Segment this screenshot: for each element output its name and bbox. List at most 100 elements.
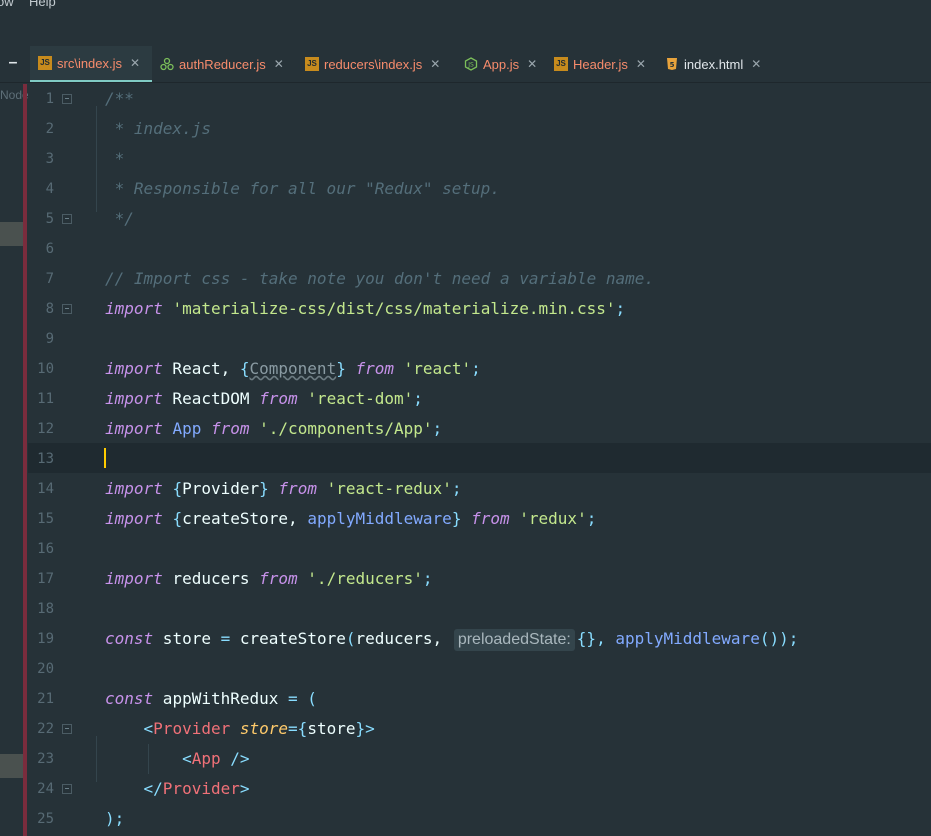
change-marker-bar (23, 84, 27, 836)
code-token: </ (143, 779, 163, 798)
line-number[interactable]: 17 (28, 564, 54, 594)
close-icon[interactable]: ✕ (430, 57, 440, 71)
parameter-hint: preloadedState: (453, 628, 575, 651)
line-number[interactable]: 7 (28, 264, 54, 294)
tab-src-index-js[interactable]: JS src\index.js ✕ (30, 46, 152, 82)
line-number[interactable]: 12 (28, 414, 54, 444)
line-number[interactable]: 9 (28, 324, 54, 354)
line-number[interactable]: 5 (28, 204, 54, 234)
line-number[interactable]: 23 (28, 744, 54, 774)
code-token: App (172, 419, 202, 438)
fold-icon[interactable] (62, 724, 72, 734)
code-editor[interactable]: /** * index.js * * Responsible for all o… (105, 84, 931, 836)
code-line[interactable]: * Responsible for all our "Redux" setup. (105, 174, 500, 204)
code-token: /** (105, 89, 134, 108)
tab-index-html[interactable]: 5 index.html ✕ (657, 46, 772, 82)
code-line[interactable]: const store = createStore(reducers, prel… (105, 624, 798, 654)
close-icon[interactable]: ✕ (636, 57, 646, 71)
code-line[interactable]: </Provider> (105, 774, 250, 804)
code-token: reducers, (355, 629, 452, 648)
line-number[interactable]: 15 (28, 504, 54, 534)
line-number[interactable]: 25 (28, 804, 54, 834)
close-icon[interactable]: ✕ (130, 56, 140, 70)
code-token: 'redux' (519, 509, 587, 528)
line-number[interactable]: 13 (28, 444, 54, 474)
collapse-icon[interactable]: – (5, 52, 21, 74)
code-token: applyMiddleware (615, 629, 760, 648)
code-line[interactable]: * (105, 144, 125, 174)
line-number[interactable]: 20 (28, 654, 54, 684)
code-line[interactable]: import {Provider} from 'react-redux'; (105, 474, 461, 504)
code-line[interactable]: // Import css - take note you don't need… (105, 264, 654, 294)
code-token: from (278, 479, 317, 498)
code-token: const (105, 689, 154, 708)
code-token: 'materialize-css/dist/css/materialize.mi… (172, 299, 616, 318)
fold-icon[interactable] (62, 214, 72, 224)
tab-label: Header.js (573, 56, 628, 72)
code-line[interactable]: import {createStore, applyMiddleware} fr… (105, 504, 596, 534)
fold-icon[interactable] (62, 304, 72, 314)
tab-reducers-index-js[interactable]: JS reducers\index.js ✕ (297, 46, 455, 82)
line-number[interactable]: 10 (28, 354, 54, 384)
code-token: { (172, 479, 183, 498)
code-token: ); (105, 809, 125, 828)
code-token: store (153, 629, 221, 648)
tab-app-js[interactable]: JS App.js ✕ (456, 46, 545, 82)
line-number[interactable]: 24 (28, 774, 54, 804)
code-line[interactable]: import ReactDOM from 'react-dom'; (105, 384, 423, 414)
line-number[interactable]: 14 (28, 474, 54, 504)
close-icon[interactable]: ✕ (527, 57, 537, 71)
line-number[interactable]: 16 (28, 534, 54, 564)
code-token: App (191, 749, 221, 768)
tab-header-js[interactable]: JS Header.js ✕ (546, 46, 656, 82)
code-token: from (355, 359, 395, 378)
close-icon[interactable]: ✕ (274, 57, 284, 71)
code-token: } (259, 479, 269, 498)
line-number[interactable]: 11 (28, 384, 54, 414)
code-line[interactable]: * index.js (105, 114, 211, 144)
code-line[interactable]: /** (105, 84, 134, 114)
line-number[interactable]: 1 (28, 84, 54, 114)
project-panel-edge[interactable]: Node (0, 84, 28, 836)
menu-item-window[interactable]: ow (0, 0, 14, 9)
code-line[interactable]: const appWithRedux = ( (105, 684, 317, 714)
line-number[interactable]: 8 (28, 294, 54, 324)
tab-label: reducers\index.js (324, 56, 423, 72)
fold-icon[interactable] (62, 784, 72, 794)
line-number[interactable]: 21 (28, 684, 54, 714)
line-number[interactable]: 2 (28, 114, 54, 144)
line-number[interactable]: 19 (28, 624, 54, 654)
nodejs-icon: JS (464, 57, 478, 71)
code-token: import (105, 569, 163, 588)
fold-icon[interactable] (62, 94, 72, 104)
menu-item-help[interactable]: Help (29, 0, 56, 9)
line-number[interactable]: 22 (28, 714, 54, 744)
code-token: import (105, 389, 163, 408)
code-token: ; (586, 509, 597, 528)
code-token: } (336, 359, 346, 378)
code-line[interactable]: <Provider store={store}> (105, 714, 375, 744)
code-line[interactable]: import 'materialize-css/dist/css/materia… (105, 294, 625, 324)
close-icon[interactable]: ✕ (751, 57, 761, 71)
code-line[interactable]: import App from './components/App'; (105, 414, 442, 444)
tab-label: authReducer.js (179, 56, 266, 72)
line-number[interactable]: 18 (28, 594, 54, 624)
code-token: './reducers' (307, 569, 423, 588)
line-number[interactable]: 4 (28, 174, 54, 204)
code-line[interactable]: import reducers from './reducers'; (105, 564, 433, 594)
line-number[interactable]: 3 (28, 144, 54, 174)
line-number[interactable]: 6 (28, 234, 54, 264)
code-line[interactable]: <App /> (105, 744, 249, 774)
code-token: ()); (759, 629, 799, 648)
code-line[interactable]: ); (105, 804, 124, 834)
code-line[interactable]: */ (105, 204, 134, 234)
code-token: < (182, 749, 192, 768)
code-line[interactable]: import React, {Component} from 'react'; (105, 354, 481, 384)
code-token: ; (451, 479, 462, 498)
tab-auth-reducer-js[interactable]: authReducer.js ✕ (152, 46, 296, 82)
